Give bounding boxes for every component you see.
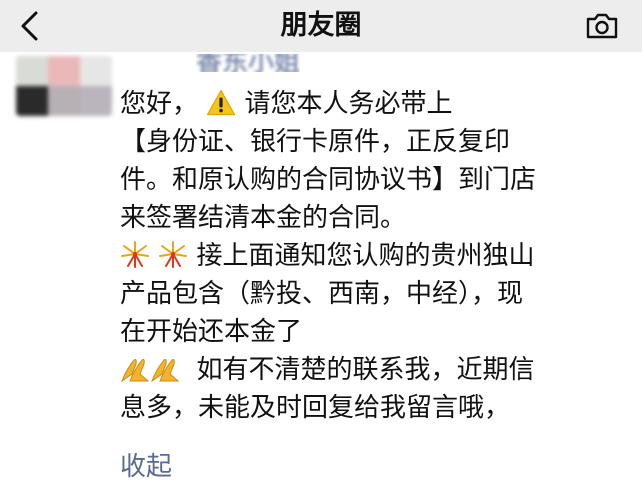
post-line: 产品包含（黔投、西南，中经），现 — [120, 279, 524, 309]
post-line: 来签署结清本金的合同。 — [120, 203, 407, 233]
post-line: 您好， 请您本人务必带上 — [120, 85, 630, 123]
fireworks-icon — [121, 241, 149, 268]
warning-icon — [207, 89, 236, 116]
avatar[interactable] — [16, 56, 112, 116]
post-text: 请您本人务必带上 — [244, 89, 453, 119]
post-line: 件。和原认购的合同协议书】到门店 — [120, 165, 537, 195]
praying-hands-icon — [121, 359, 150, 382]
praying-hands-icon — [151, 359, 180, 382]
camera-button[interactable] — [582, 8, 622, 44]
camera-icon — [586, 13, 618, 39]
post-text: 如有不清楚的联系我，近期信 — [196, 355, 535, 385]
post-text: 您好， — [120, 89, 199, 119]
collapse-link[interactable]: 收起 — [120, 448, 172, 486]
post-text: 接上面通知您认购的贵州独山 — [196, 241, 535, 271]
post-line: 如有不清楚的联系我，近期信 — [120, 351, 630, 389]
page-title: 朋友圈 — [280, 10, 362, 41]
top-navigation-bar: 朋友圈 — [0, 0, 642, 52]
post-line: 在开始还本金了 — [120, 317, 303, 347]
fireworks-icon — [159, 241, 188, 268]
post-line: 接上面通知您认购的贵州独山 — [120, 237, 630, 275]
post-body: 您好， 请您本人务必带上 【身份证、银行卡原件，正反复印 件。和原认购的合同协议… — [120, 85, 630, 427]
post-line: 【身份证、银行卡原件，正反复印 — [120, 127, 511, 157]
post-line: 息多，未能及时回复给我留言哦， — [120, 393, 511, 423]
